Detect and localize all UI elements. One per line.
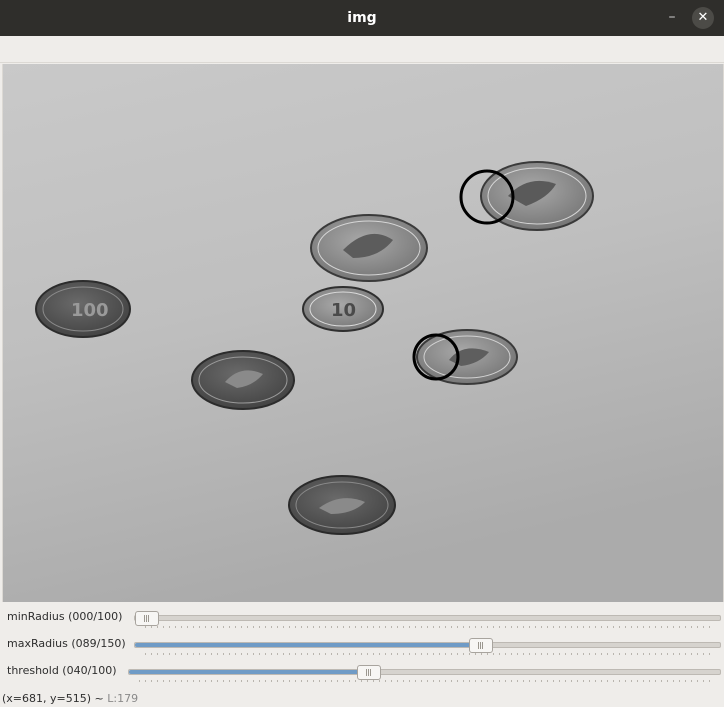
image-canvas[interactable]: 100 10 [2, 64, 724, 602]
slider-threshold: threshold (040/100) [0, 660, 724, 687]
slider-threshold-fill [129, 670, 368, 674]
slider-min-radius-label: minRadius (000/100) [7, 610, 123, 623]
title-bar: img – ✕ [0, 0, 724, 36]
slider-min-radius-thumb[interactable] [135, 611, 159, 626]
status-pixel-value: L:179 [107, 692, 139, 705]
coin-left-middle [191, 350, 295, 410]
coins-image: 100 10 [3, 64, 723, 602]
slider-max-radius-label: maxRadius (089/150) [7, 637, 126, 650]
slider-threshold-label: threshold (040/100) [7, 664, 117, 677]
coin-upper-center [310, 214, 428, 282]
coin-100-left: 100 [35, 280, 131, 338]
slider-threshold-track[interactable] [128, 665, 721, 680]
coin-right-middle [416, 329, 518, 385]
slider-min-radius: minRadius (000/100) [0, 606, 724, 633]
slider-max-radius-thumb[interactable] [469, 638, 493, 653]
slider-max-radius: maxRadius (089/150) [0, 633, 724, 660]
slider-threshold-thumb[interactable] [357, 665, 381, 680]
minimize-button[interactable]: – [662, 0, 682, 34]
slider-max-radius-ticks [145, 653, 715, 655]
coin-bottom [288, 475, 396, 535]
slider-min-radius-ticks [145, 626, 715, 628]
slider-min-radius-track[interactable] [134, 611, 721, 626]
toolbar [0, 36, 724, 63]
svg-text:10: 10 [331, 300, 356, 321]
window-title: img [347, 10, 377, 26]
coin-10-center: 10 [302, 286, 384, 332]
slider-threshold-ticks [139, 680, 715, 682]
slider-max-radius-track[interactable] [134, 638, 721, 653]
status-coords: (x=681, y=515) ~ [2, 692, 104, 705]
slider-max-radius-fill [135, 643, 480, 647]
status-bar: (x=681, y=515) ~ L:179 [2, 692, 138, 705]
close-button[interactable]: ✕ [692, 7, 714, 29]
svg-text:100: 100 [71, 300, 109, 321]
